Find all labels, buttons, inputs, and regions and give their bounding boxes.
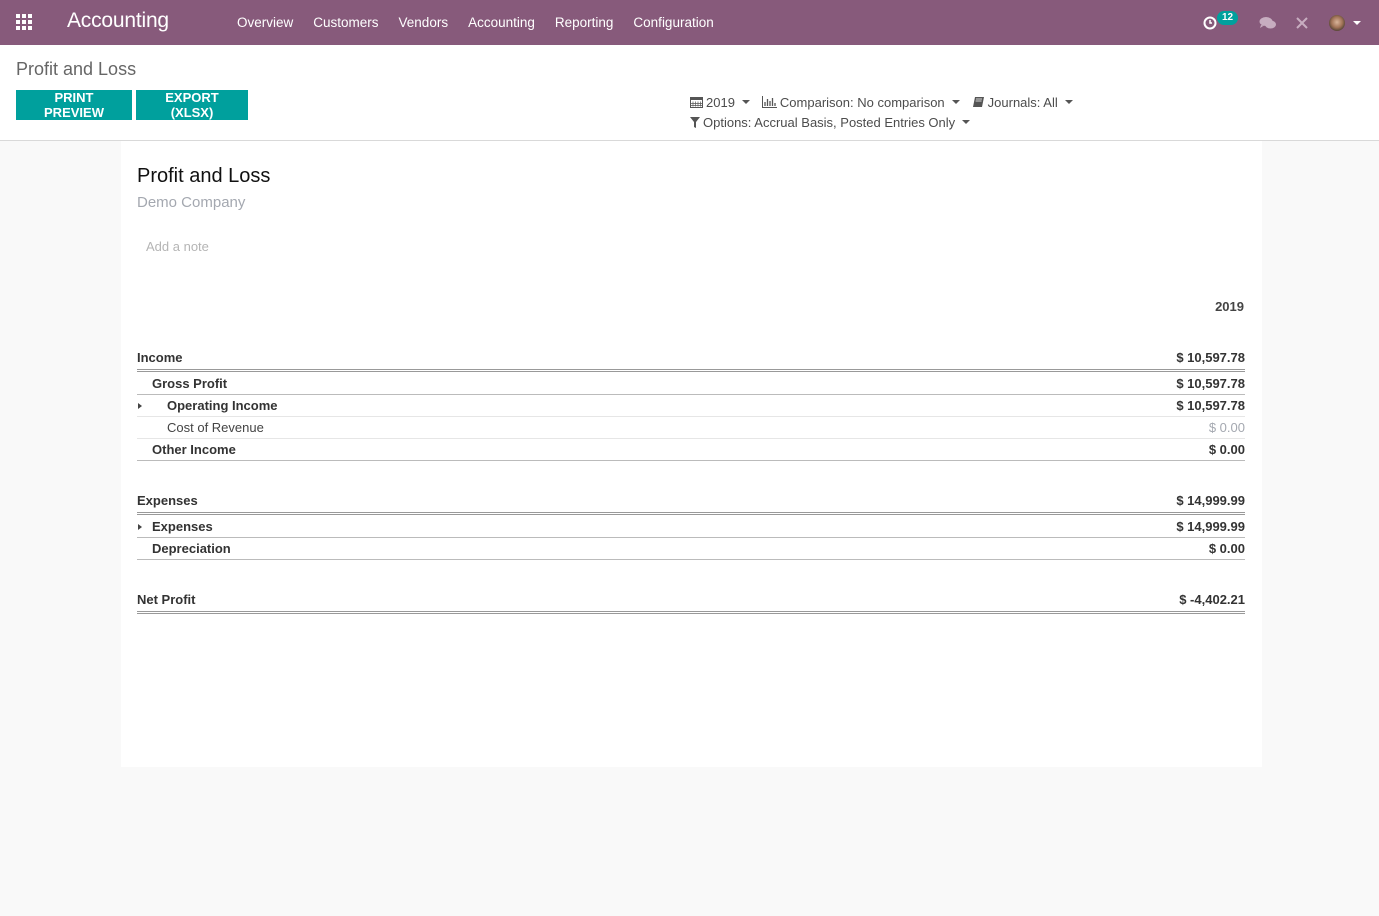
filter-icon — [690, 116, 700, 128]
control-panel: Profit and Loss PRINT PREVIEW EXPORT (XL… — [0, 45, 1379, 141]
menu-overview[interactable]: Overview — [227, 0, 303, 45]
chevron-down-icon — [951, 100, 960, 104]
line-label: Operating Income — [167, 398, 278, 413]
comparison-filter[interactable]: Comparison: No comparison — [761, 94, 960, 110]
options-filter[interactable]: Options: Accrual Basis, Posted Entries O… — [690, 114, 971, 130]
systray: 12 — [1203, 0, 1379, 45]
expand-caret-icon[interactable] — [138, 524, 142, 530]
line-value: $ 10,597.78 — [1176, 350, 1245, 365]
double-divider — [137, 611, 1245, 614]
chat-icon — [1259, 16, 1276, 28]
column-header-period: 2019 — [1215, 299, 1244, 314]
line-value: $ 0.00 — [1208, 420, 1245, 435]
divider — [137, 460, 1245, 461]
line-value: $ 14,999.99 — [1176, 493, 1245, 508]
book-icon — [972, 97, 984, 107]
report-filters: 2019 Comparison: No comparison Journals:… — [690, 92, 1085, 132]
date-filter-label: 2019 — [706, 94, 735, 110]
menu-vendors[interactable]: Vendors — [389, 0, 459, 45]
chevron-down-icon — [741, 100, 750, 104]
messaging-menu[interactable] — [1259, 0, 1295, 45]
options-filter-label: Options: Accrual Basis, Posted Entries O… — [703, 114, 956, 130]
comparison-filter-label: Comparison: No comparison — [779, 94, 945, 110]
chevron-down-icon — [1353, 20, 1361, 25]
top-navbar: Accounting Overview Customers Vendors Ac… — [0, 0, 1379, 45]
bar-chart-icon — [761, 96, 777, 108]
report-line-net-profit[interactable]: Net Profit $ -4,402.21 — [137, 588, 1245, 610]
line-label: Net Profit — [137, 592, 196, 607]
chevron-down-icon — [1064, 100, 1073, 104]
report-line-expenses[interactable]: Expenses $ 14,999.99 — [137, 515, 1245, 537]
report-line-gross-profit[interactable]: Gross Profit $ 10,597.78 — [137, 372, 1245, 394]
report-line-operating-income[interactable]: Operating Income $ 10,597.78 — [137, 394, 1245, 416]
activity-menu[interactable]: 12 — [1203, 0, 1259, 45]
line-value: $ 10,597.78 — [1176, 376, 1245, 391]
line-label: Depreciation — [152, 541, 231, 556]
breadcrumb: Profit and Loss — [16, 59, 137, 79]
line-value: $ 14,999.99 — [1176, 519, 1245, 534]
expand-caret-icon[interactable] — [138, 403, 142, 409]
line-value: $ 0.00 — [1208, 442, 1245, 457]
report-line-cost-of-revenue[interactable]: Cost of Revenue $ 0.00 — [137, 416, 1245, 438]
tools-icon — [1296, 16, 1308, 29]
line-value: $ 10,597.78 — [1176, 398, 1245, 413]
print-preview-button[interactable]: PRINT PREVIEW — [16, 90, 132, 120]
journals-filter-label: Journals: All — [987, 94, 1058, 110]
company-name: Demo Company — [137, 194, 246, 211]
clock-icon — [1203, 16, 1217, 29]
user-avatar — [1329, 14, 1345, 31]
report-line-income[interactable]: Income $ 10,597.78 — [137, 346, 1245, 368]
line-label: Expenses — [152, 519, 213, 534]
report-line-other-income[interactable]: Other Income $ 0.00 — [137, 438, 1245, 460]
menu-configuration[interactable]: Configuration — [623, 0, 723, 45]
divider — [137, 559, 1245, 560]
report-title: Profit and Loss — [137, 165, 271, 187]
menu-reporting[interactable]: Reporting — [545, 0, 624, 45]
line-label: Other Income — [152, 442, 236, 457]
activity-count-badge: 12 — [1217, 11, 1239, 25]
debug-tools-menu[interactable] — [1295, 0, 1329, 45]
line-label: Expenses — [137, 493, 198, 508]
journals-filter[interactable]: Journals: All — [972, 95, 1073, 110]
menu-customers[interactable]: Customers — [303, 0, 388, 45]
report-line-depreciation[interactable]: Depreciation $ 0.00 — [137, 537, 1245, 559]
add-note-field[interactable]: Add a note — [146, 239, 209, 254]
line-label: Cost of Revenue — [167, 420, 264, 435]
main-menu: Overview Customers Vendors Accounting Re… — [227, 0, 724, 45]
report-line-expenses-total[interactable]: Expenses $ 14,999.99 — [137, 489, 1245, 511]
report-sheet: Profit and Loss Demo Company Add a note … — [121, 141, 1262, 767]
line-value: $ -4,402.21 — [1179, 592, 1245, 607]
menu-accounting[interactable]: Accounting — [458, 0, 545, 45]
calendar-icon — [690, 97, 703, 108]
line-value: $ 0.00 — [1208, 541, 1245, 556]
apps-menu-icon[interactable] — [16, 14, 34, 30]
app-brand: Accounting — [67, 9, 169, 32]
date-filter[interactable]: 2019 — [690, 95, 750, 110]
line-label: Income — [137, 350, 183, 365]
chevron-down-icon — [962, 120, 971, 124]
export-xlsx-button[interactable]: EXPORT (XLSX) — [136, 90, 248, 120]
line-label: Gross Profit — [152, 376, 228, 391]
user-menu[interactable] — [1329, 0, 1379, 45]
